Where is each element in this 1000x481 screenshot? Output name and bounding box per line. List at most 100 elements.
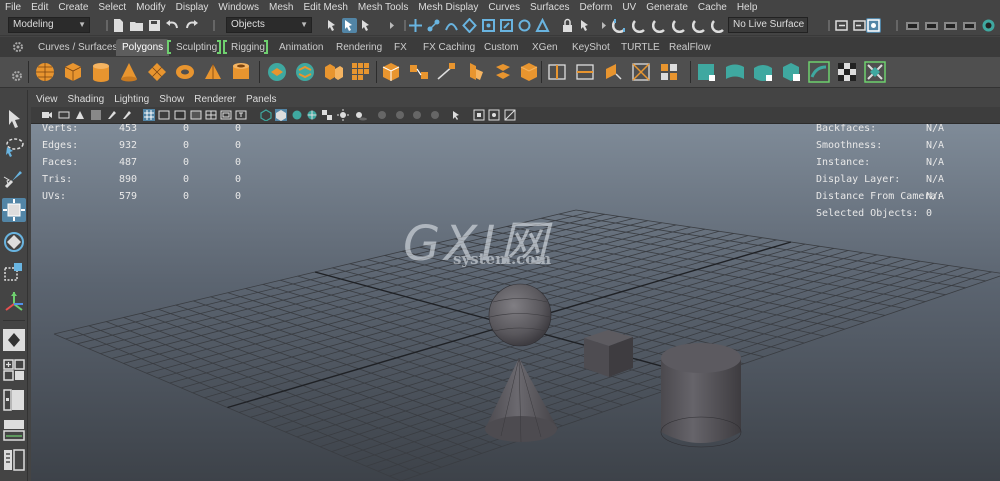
menu-deform[interactable]: Deform [575,0,618,15]
select-surfaces-icon[interactable] [462,18,477,33]
isolate-select-icon[interactable] [451,109,463,121]
camera-attributes-icon[interactable] [58,109,70,121]
menu-select[interactable]: Select [93,0,131,15]
selection-mode-dropdown[interactable]: Objects ▼ [226,17,312,33]
new-scene-icon[interactable] [111,18,126,33]
tab-realflow[interactable]: RealFlow [663,39,717,56]
select-rendering-icon[interactable] [517,18,532,33]
poly-cylinder-object[interactable] [660,343,742,448]
insert-edge-loop-icon[interactable] [574,61,596,83]
menu-modify[interactable]: Modify [131,0,170,15]
wireframe-on-shaded-icon[interactable] [306,109,318,121]
camera-icon[interactable] [41,109,53,121]
tab-xgen[interactable]: XGen [526,39,564,56]
construction-history-icon[interactable] [866,18,881,33]
move-tool-icon[interactable] [2,198,26,222]
grease-pencil-icon[interactable] [121,109,133,121]
tab-turtle[interactable]: TURTLE [615,39,666,56]
four-view-layout-icon[interactable] [2,358,26,382]
textured-icon[interactable] [321,109,333,121]
two-d-pan-zoom-icon[interactable] [106,109,118,121]
use-all-lights-icon[interactable] [337,109,349,121]
field-chart-icon[interactable] [205,109,217,121]
poly-sphere-object[interactable] [488,283,552,347]
select-by-object-type-icon[interactable] [342,18,357,33]
single-perspective-view-icon[interactable] [2,328,26,352]
render-current-frame-icon[interactable] [905,18,920,33]
select-joints-icon[interactable] [426,18,441,33]
select-handles-icon[interactable] [408,18,423,33]
ipr-render-icon[interactable] [924,18,939,33]
open-scene-icon[interactable] [129,18,144,33]
cylindrical-mapping-icon[interactable] [724,61,746,83]
poly-cube-icon[interactable] [62,61,84,83]
film-gate-icon[interactable] [158,109,170,121]
select-deformations-icon[interactable] [481,18,496,33]
screen-space-ao-icon[interactable] [376,109,388,121]
select-misc-icon[interactable] [535,18,550,33]
multi-cut-icon[interactable] [546,61,568,83]
poly-torus-icon[interactable] [174,61,196,83]
wedge-icon[interactable] [518,61,540,83]
menu-file[interactable]: File [0,0,26,15]
tab-polygons[interactable]: Polygons [116,39,170,56]
menu-display[interactable]: Display [171,0,214,15]
image-plane-icon[interactable] [90,109,102,121]
tab-curves-surfaces[interactable]: Curves / Surfaces [32,39,123,56]
persp-graph-layout-icon[interactable] [2,418,26,442]
gate-mask-icon[interactable] [190,109,202,121]
depth-of-field-icon[interactable] [429,109,441,121]
poly-cone-icon[interactable] [118,61,140,83]
panel-menu-panels[interactable]: Panels [241,94,282,105]
resolution-gate-icon[interactable] [174,109,186,121]
multisample-aa-icon[interactable] [411,109,423,121]
panel-menu-lighting[interactable]: Lighting [109,94,154,105]
menu-edit-mesh[interactable]: Edit Mesh [298,0,352,15]
menu-windows[interactable]: Windows [213,0,264,15]
gear-icon[interactable] [12,41,24,53]
save-scene-icon[interactable] [147,18,162,33]
append-polygon-icon[interactable] [464,61,486,83]
poly-cylinder-icon[interactable] [90,61,112,83]
select-tool-icon[interactable] [2,107,26,131]
panel-menu-shading[interactable]: Shading [63,94,110,105]
menu-curves[interactable]: Curves [483,0,525,15]
xray-components-icon[interactable] [504,109,516,121]
bridge-icon[interactable] [408,61,430,83]
checker-map-icon[interactable] [836,61,858,83]
input-to-selected-icon[interactable] [834,18,849,33]
persp-outliner-layout-icon[interactable] [2,388,26,412]
modeling-toolkit-icon[interactable] [981,18,996,33]
safe-title-icon[interactable] [235,109,247,121]
bookmarks-icon[interactable] [74,109,86,121]
select-by-component-icon[interactable] [359,18,374,33]
use-default-material-icon[interactable] [291,109,303,121]
outliner-layout-icon[interactable] [2,448,26,472]
menu-surfaces[interactable]: Surfaces [525,0,574,15]
menu-cache[interactable]: Cache [693,0,732,15]
separate-icon[interactable] [294,61,316,83]
xray-icon[interactable] [473,109,485,121]
poly-cone-object[interactable] [485,357,558,443]
tab-animation[interactable]: Animation [273,39,329,56]
menu-uv[interactable]: UV [617,0,641,15]
planar-mapping-icon[interactable] [696,61,718,83]
menu-help[interactable]: Help [732,0,763,15]
spherical-mapping-icon[interactable] [752,61,774,83]
menu-edit[interactable]: Edit [26,0,53,15]
poly-sphere-icon[interactable] [34,61,56,83]
uv-toolkit-icon[interactable] [864,61,886,83]
automatic-mapping-icon[interactable] [780,61,802,83]
uv-editor-icon[interactable] [808,61,830,83]
menu-generate[interactable]: Generate [641,0,693,15]
tab-rendering[interactable]: Rendering [330,39,388,56]
tab-keyshot[interactable]: KeyShot [566,39,616,56]
snap-to-view-plane-icon[interactable] [672,18,687,33]
workspace-menu-dropdown[interactable]: Modeling ▼ [8,17,90,33]
expand-arrow-icon[interactable] [384,18,399,33]
tab-sculpting[interactable]: Sculpting [170,39,223,56]
expand-arrow-icon[interactable] [596,18,611,33]
rotate-tool-icon[interactable] [2,230,26,254]
make-live-icon[interactable] [692,18,707,33]
menu-create[interactable]: Create [53,0,93,15]
